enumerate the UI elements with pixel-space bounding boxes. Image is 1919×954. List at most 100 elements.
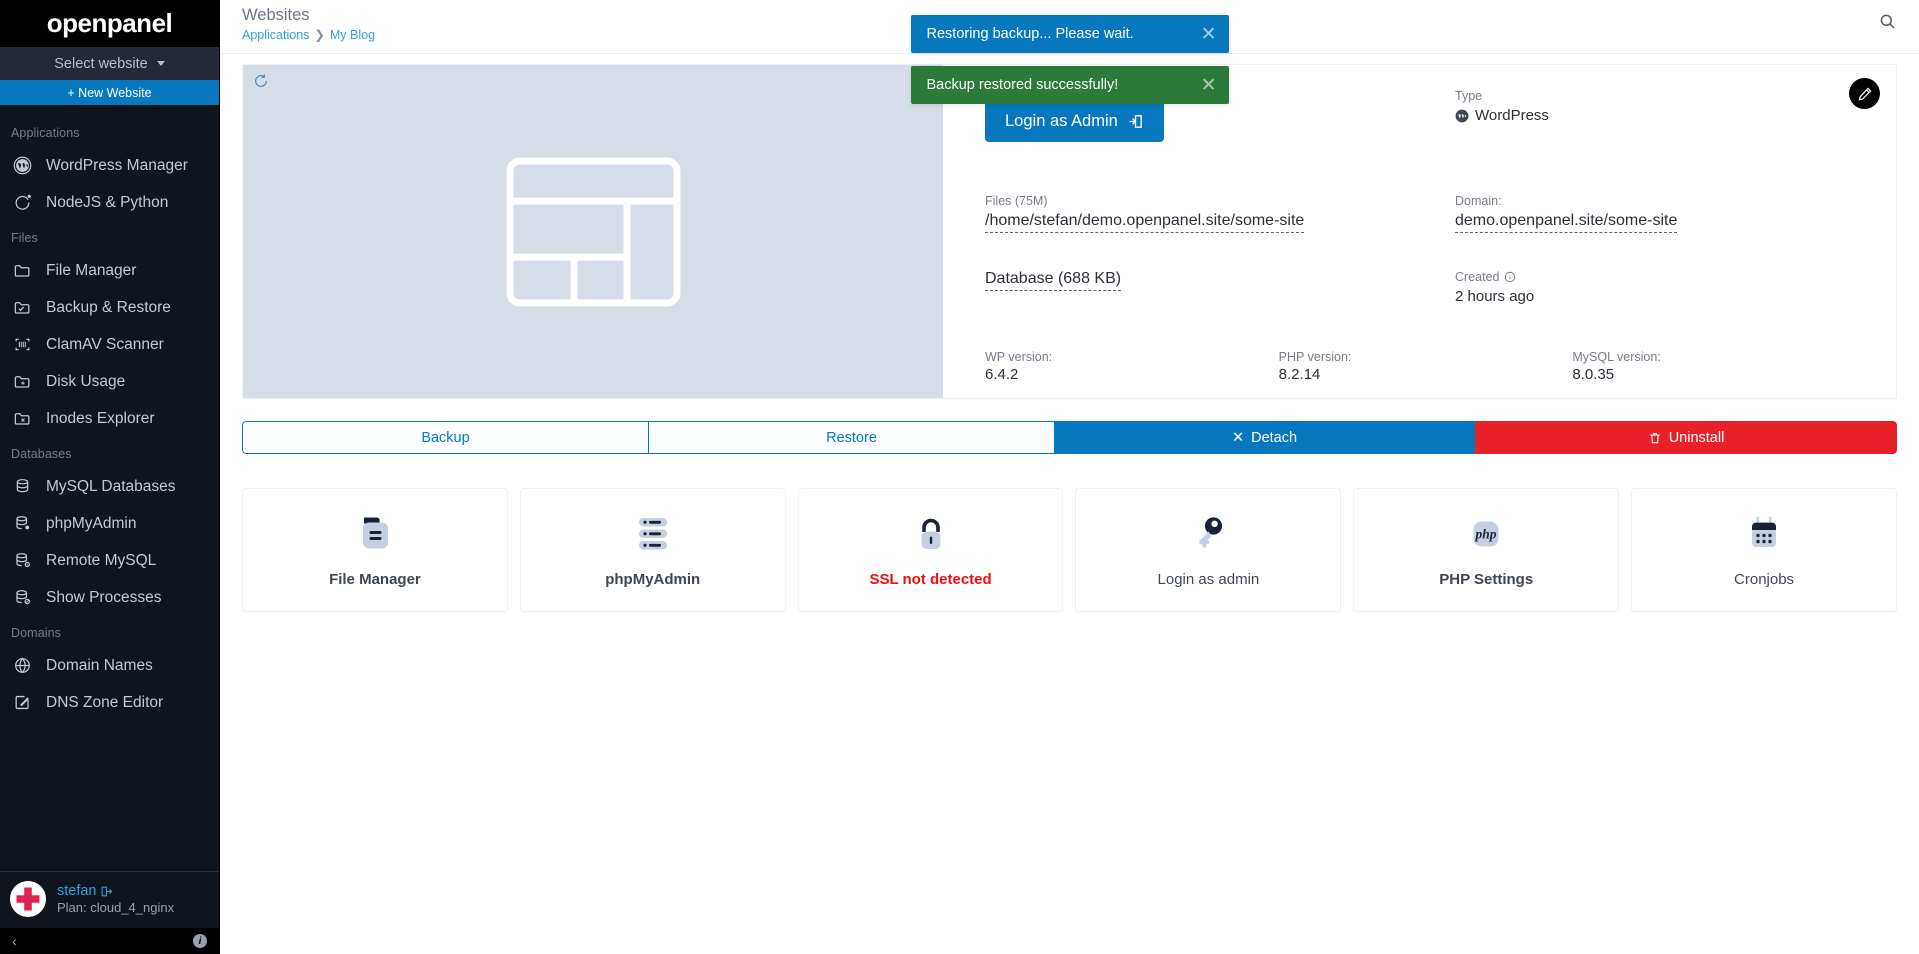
website-selector[interactable]: Select website bbox=[0, 47, 219, 80]
new-website-label: + New Website bbox=[67, 85, 152, 100]
sidebar-item-label: Show Processes bbox=[46, 588, 162, 606]
created-value: 2 hours ago bbox=[1455, 288, 1535, 305]
avatar bbox=[10, 881, 46, 917]
sidebar-item-dns-zone-editor[interactable]: DNS Zone Editor bbox=[0, 684, 219, 721]
nav-group-applications-title: Applications bbox=[11, 126, 80, 140]
scan-icon bbox=[12, 335, 32, 355]
type-value: WordPress bbox=[1475, 107, 1549, 124]
sidebar: openpanel Select website + New Website A… bbox=[0, 0, 220, 954]
user-name-row[interactable]: stefan bbox=[57, 883, 174, 899]
mysql-version-block: MySQL version: 8.0.35 bbox=[1572, 350, 1866, 383]
tile-php-settings[interactable]: php PHP Settings bbox=[1353, 488, 1620, 612]
info-icon[interactable]: i bbox=[193, 934, 207, 948]
type-value-row: WordPress bbox=[1455, 107, 1866, 124]
sidebar-item-label: NodeJS & Python bbox=[46, 193, 169, 211]
globe-icon bbox=[12, 656, 32, 676]
wordpress-icon bbox=[1455, 109, 1469, 122]
cross-avatar-icon bbox=[10, 881, 46, 917]
sidebar-item-label: Inodes Explorer bbox=[46, 409, 155, 427]
close-icon[interactable]: ✕ bbox=[1175, 76, 1217, 95]
sidebar-item-phpmyadmin[interactable]: phpMyAdmin bbox=[0, 505, 219, 542]
breadcrumb-separator: ❯ bbox=[314, 28, 325, 42]
key-icon bbox=[1185, 512, 1231, 558]
brand-logo: openpanel bbox=[46, 8, 173, 38]
tile-label: Cronjobs bbox=[1734, 571, 1795, 588]
sidebar-item-label: phpMyAdmin bbox=[46, 514, 137, 532]
site-details: Login as Admin Type WordPress Files (75M… bbox=[943, 65, 1896, 398]
details-row-files-domain: Files (75M) /home/stefan/demo.openpanel.… bbox=[985, 194, 1866, 233]
type-label: Type bbox=[1455, 89, 1483, 103]
edit-site-button[interactable] bbox=[1849, 78, 1880, 109]
sidebar-item-inodes-explorer[interactable]: Inodes Explorer bbox=[0, 400, 219, 437]
nav-group-files-title: Files bbox=[11, 231, 38, 245]
close-icon[interactable]: ✕ bbox=[1175, 25, 1217, 44]
website-selector-label: Select website bbox=[54, 55, 148, 72]
restore-button[interactable]: Restore bbox=[648, 421, 1054, 454]
files-path-link[interactable]: /home/stefan/demo.openpanel.site/some-si… bbox=[985, 212, 1305, 233]
main-area: Websites Applications ❯ My Blog Login as… bbox=[220, 0, 1919, 954]
tile-ssl-status[interactable]: SSL not detected bbox=[797, 488, 1064, 612]
sidebar-item-label: Domain Names bbox=[46, 656, 153, 674]
wp-version-label: WP version: bbox=[985, 350, 1053, 364]
nav-group-domains-title: Domains bbox=[11, 626, 62, 640]
chevron-down-icon bbox=[156, 61, 165, 66]
sidebar-item-disk-usage[interactable]: Disk Usage bbox=[0, 363, 219, 400]
database-link[interactable]: Database (688 KB) bbox=[985, 270, 1122, 291]
versions-row: WP version: 6.4.2 PHP version: 8.2.14 My… bbox=[985, 350, 1866, 383]
tile-label: phpMyAdmin bbox=[605, 571, 701, 588]
sidebar-item-show-processes[interactable]: Show Processes bbox=[0, 579, 219, 616]
domain-link[interactable]: demo.openpanel.site/some-site bbox=[1455, 212, 1678, 233]
php-version-block: PHP version: 8.2.14 bbox=[1279, 350, 1573, 383]
lock-icon bbox=[908, 512, 954, 558]
breadcrumb-root[interactable]: Applications bbox=[242, 28, 309, 42]
logout-icon bbox=[101, 886, 112, 896]
created-label: Created bbox=[1455, 270, 1500, 284]
login-icon bbox=[1129, 115, 1142, 128]
tile-cronjobs[interactable]: Cronjobs bbox=[1631, 488, 1897, 612]
uninstall-button[interactable]: Uninstall bbox=[1475, 421, 1897, 454]
details-row-database-created: Database (688 KB) Created 2 hours ago bbox=[985, 270, 1866, 305]
search-icon[interactable] bbox=[1878, 12, 1897, 36]
sidebar-item-backup-restore[interactable]: Backup & Restore bbox=[0, 289, 219, 326]
php-version-label: PHP version: bbox=[1278, 350, 1352, 364]
content: Login as Admin Type WordPress Files (75M… bbox=[220, 54, 1919, 954]
detach-label: Detach bbox=[1251, 429, 1298, 446]
chevron-left-icon[interactable]: ‹ bbox=[12, 933, 17, 949]
sidebar-item-nodejs-python[interactable]: NodeJS & Python bbox=[0, 184, 219, 221]
brand-header: openpanel bbox=[0, 0, 219, 47]
sidebar-item-mysql-databases[interactable]: MySQL Databases bbox=[0, 468, 219, 505]
new-website-button[interactable]: + New Website bbox=[0, 80, 219, 105]
database-block: Database (688 KB) bbox=[985, 270, 1455, 305]
login-as-admin-button[interactable]: Login as Admin bbox=[985, 101, 1164, 142]
sidebar-footer: ‹ i bbox=[0, 928, 219, 954]
sidebar-item-wordpress-manager[interactable]: WordPress Manager bbox=[0, 147, 219, 184]
site-info-panel: Login as Admin Type WordPress Files (75M… bbox=[242, 64, 1897, 399]
detach-button[interactable]: ✕ Detach bbox=[1054, 421, 1475, 454]
page-title: Websites bbox=[242, 6, 310, 24]
sidebar-item-remote-mysql[interactable]: Remote MySQL bbox=[0, 542, 219, 579]
breadcrumb: Applications ❯ My Blog bbox=[242, 27, 375, 43]
pencil-icon bbox=[1858, 87, 1871, 101]
sidebar-item-label: WordPress Manager bbox=[46, 156, 188, 174]
sidebar-item-label: ClamAV Scanner bbox=[46, 335, 164, 353]
user-account-block[interactable]: stefan Plan: cloud_4_nginx bbox=[0, 871, 219, 928]
backup-button[interactable]: Backup bbox=[242, 421, 648, 454]
layout-wireframe-icon bbox=[506, 157, 680, 306]
uninstall-label: Uninstall bbox=[1668, 429, 1725, 446]
sidebar-item-domain-names[interactable]: Domain Names bbox=[0, 647, 219, 684]
tile-file-manager[interactable]: File Manager bbox=[242, 488, 508, 612]
tile-label: SSL not detected bbox=[869, 571, 992, 588]
sidebar-item-label: Remote MySQL bbox=[46, 551, 157, 569]
tile-login-as-admin[interactable]: Login as admin bbox=[1075, 488, 1342, 612]
sidebar-item-clamav-scanner[interactable]: ClamAV Scanner bbox=[0, 326, 219, 363]
sidebar-item-file-manager[interactable]: File Manager bbox=[0, 252, 219, 289]
nodejs-icon bbox=[12, 193, 32, 213]
folder-x-icon bbox=[12, 409, 32, 429]
tile-phpmyadmin[interactable]: phpMyAdmin bbox=[519, 488, 786, 612]
toast-stack: Restoring backup... Please wait. ✕ Backu… bbox=[910, 15, 1229, 104]
breadcrumb-current[interactable]: My Blog bbox=[330, 28, 375, 42]
database-info-icon bbox=[12, 551, 32, 571]
toast-backup-restored: Backup restored successfully! ✕ bbox=[910, 66, 1229, 104]
tile-label: Login as admin bbox=[1157, 571, 1260, 588]
refresh-icon[interactable] bbox=[253, 73, 269, 94]
